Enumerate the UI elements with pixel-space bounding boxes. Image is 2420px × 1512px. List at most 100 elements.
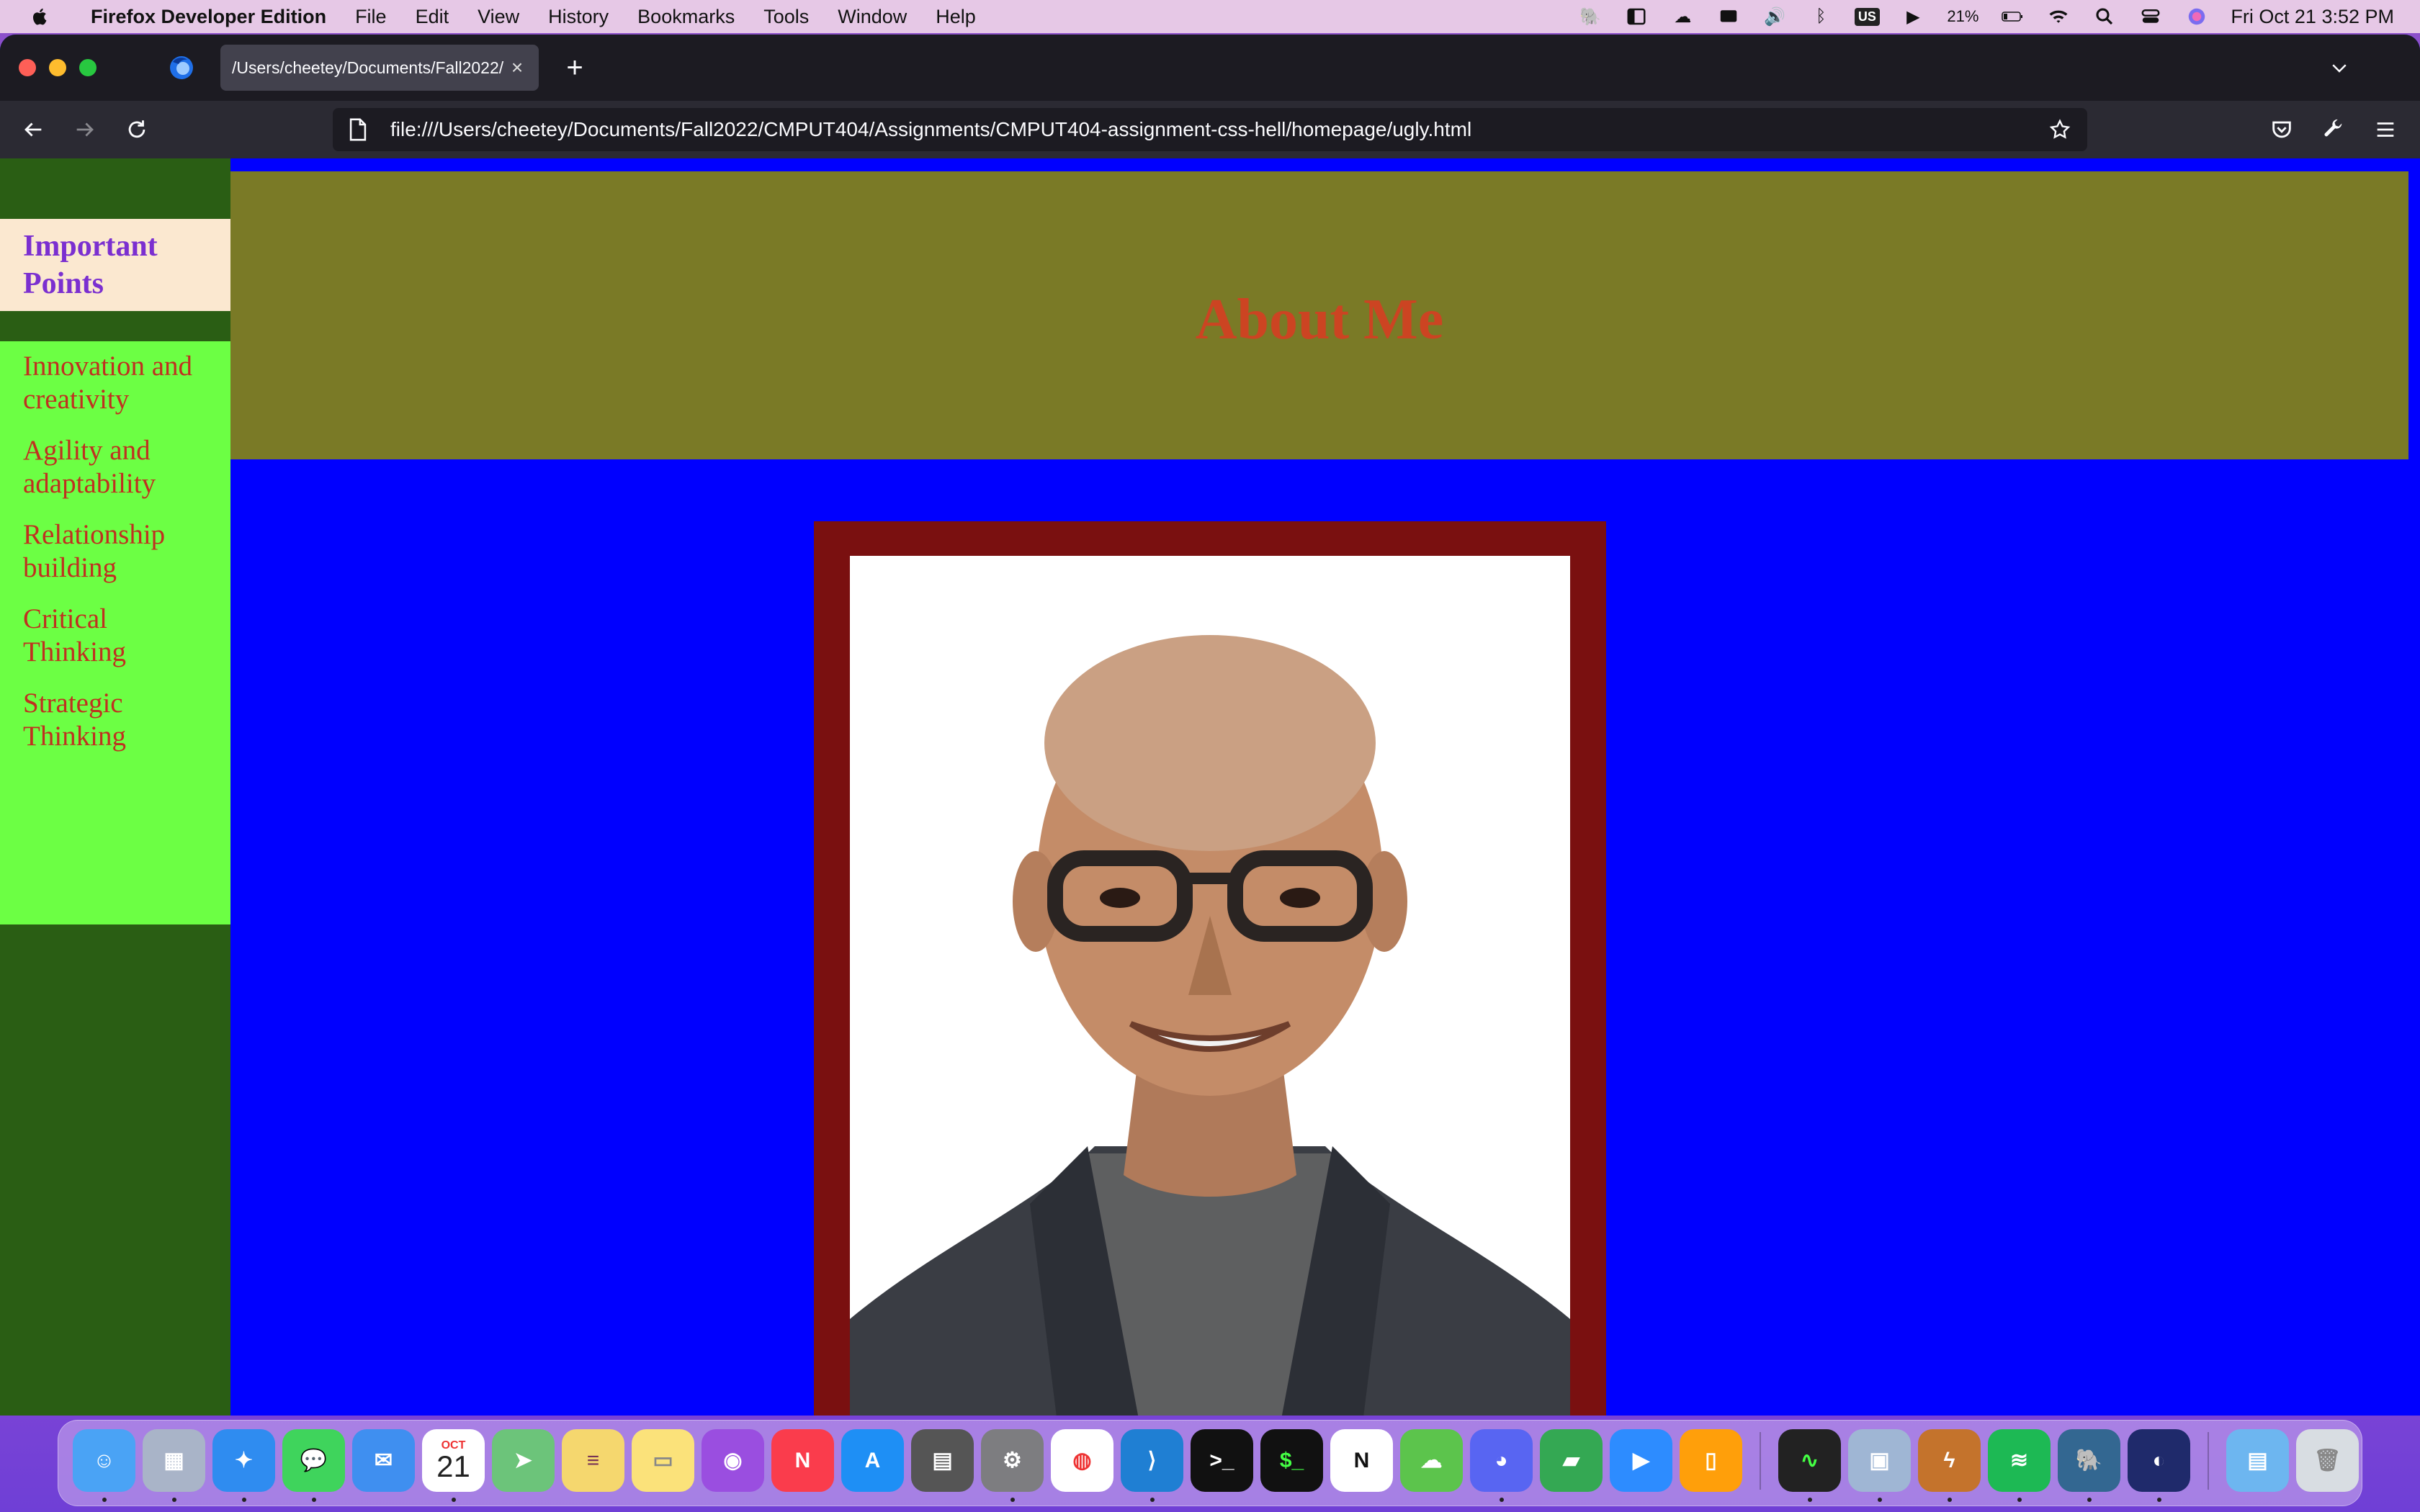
browser-window: /Users/cheetey/Documents/Fall2022/ × + f… <box>0 35 2420 1416</box>
mail-icon[interactable]: ✉ <box>352 1429 415 1492</box>
tab-title: /Users/cheetey/Documents/Fall2022/ <box>232 58 504 77</box>
url-text[interactable]: file:///Users/cheetey/Documents/Fall2022… <box>390 118 2044 141</box>
list-item: Strategic Thinking <box>23 688 126 752</box>
battery-icon[interactable] <box>2000 6 2025 27</box>
portrait-photo <box>850 556 1570 1416</box>
tab-active[interactable]: /Users/cheetey/Documents/Fall2022/ × <box>220 45 539 91</box>
volume-icon[interactable]: 🔊 <box>1762 6 1787 27</box>
list-item: Relationship building <box>23 519 166 583</box>
minimize-window-button[interactable] <box>49 59 66 76</box>
downloads-folder-icon[interactable]: ▤ <box>2226 1429 2289 1492</box>
safari-icon[interactable]: ✦ <box>212 1429 275 1502</box>
zoom-icon[interactable]: ▶ <box>1610 1429 1672 1492</box>
notes-icon[interactable]: ▭ <box>632 1429 694 1492</box>
menu-edit[interactable]: Edit <box>416 6 449 28</box>
menu-view[interactable]: View <box>478 6 519 28</box>
play-icon[interactable]: ▶ <box>1901 6 1925 27</box>
sidebar-title: Important Points <box>0 219 230 311</box>
messages-icon[interactable]: 💬 <box>282 1429 345 1502</box>
trash-icon[interactable]: 🗑 <box>2296 1429 2359 1492</box>
finder-icon[interactable]: ☺ <box>73 1429 135 1502</box>
display-icon[interactable] <box>1716 6 1741 27</box>
portrait-frame <box>814 521 1606 1416</box>
page-sidebar: Important Points Innovation and creativi… <box>0 158 230 1416</box>
page-title: About Me <box>1195 287 1444 351</box>
firefox-view-icon[interactable] <box>167 53 196 82</box>
chat-app-icon[interactable]: ▰ <box>1540 1429 1603 1492</box>
list-item: Critical Thinking <box>23 603 126 667</box>
menu-tools[interactable]: Tools <box>763 6 809 28</box>
sidebar-toggle-icon[interactable] <box>1624 6 1649 27</box>
app-menu-icon[interactable] <box>2368 112 2403 147</box>
file-icon <box>349 118 367 141</box>
spotlight-search-icon[interactable] <box>2092 6 2117 27</box>
list-item: Agility and adaptability <box>23 435 156 499</box>
calendar-icon[interactable]: OCT 21 <box>422 1429 485 1502</box>
tab-bar: /Users/cheetey/Documents/Fall2022/ × + <box>0 35 2420 101</box>
menu-window[interactable]: Window <box>838 6 907 28</box>
zoom-window-button[interactable] <box>79 59 97 76</box>
developer-tools-icon[interactable] <box>2316 112 2351 147</box>
input-source-icon[interactable]: US <box>1854 6 1880 27</box>
cloud-app-icon[interactable]: ☁ <box>1400 1429 1463 1492</box>
wifi-icon[interactable] <box>2046 6 2071 27</box>
launchpad-icon[interactable]: ▦ <box>143 1429 205 1502</box>
discord-icon[interactable]: ◕ <box>1470 1429 1533 1502</box>
page-viewport: Important Points Innovation and creativi… <box>0 158 2420 1416</box>
new-tab-button[interactable]: + <box>556 49 593 86</box>
app-store-icon[interactable]: A <box>841 1429 904 1492</box>
menu-file[interactable]: File <box>355 6 387 28</box>
stickies-icon[interactable]: ≡ <box>562 1429 624 1492</box>
calendar-day: 21 <box>436 1449 470 1483</box>
system-preferences-icon[interactable]: ⚙ <box>981 1429 1044 1502</box>
news-icon[interactable]: N <box>771 1429 834 1492</box>
menu-help[interactable]: Help <box>936 6 976 28</box>
notion-icon[interactable]: N <box>1330 1429 1393 1492</box>
back-button[interactable] <box>16 112 50 147</box>
forward-button[interactable] <box>68 112 102 147</box>
close-window-button[interactable] <box>19 59 36 76</box>
terminal-icon[interactable]: >_ <box>1191 1429 1253 1492</box>
menubar-clock[interactable]: Fri Oct 21 3:52 PM <box>2231 6 2394 28</box>
bluetooth-icon[interactable]: ᛒ <box>1809 6 1833 27</box>
iterm-icon[interactable]: $_ <box>1260 1429 1323 1492</box>
list-all-tabs-icon[interactable] <box>2323 52 2355 84</box>
dock-separator <box>1760 1432 1761 1490</box>
calculator-icon[interactable]: ▤ <box>911 1429 974 1492</box>
preview-icon[interactable]: ▣ <box>1848 1429 1911 1502</box>
pocket-icon[interactable] <box>2264 112 2299 147</box>
menu-bookmarks[interactable]: Bookmarks <box>637 6 735 28</box>
menu-history[interactable]: History <box>548 6 609 28</box>
cloud-sync-icon[interactable]: ☁ <box>1670 6 1695 27</box>
dock-separator <box>2208 1432 2209 1490</box>
macos-menubar: Firefox Developer Edition File Edit View… <box>0 0 2420 33</box>
address-bar[interactable]: file:///Users/cheetey/Documents/Fall2022… <box>333 108 2087 151</box>
activity-monitor-icon[interactable]: ∿ <box>1778 1429 1841 1502</box>
sidebar-list: Innovation and creativity Agility and ad… <box>0 341 230 924</box>
siri-icon[interactable] <box>2184 6 2209 27</box>
podcasts-icon[interactable]: ◉ <box>702 1429 764 1492</box>
window-controls <box>19 59 97 76</box>
reload-button[interactable] <box>120 112 154 147</box>
spotify-icon[interactable]: ≋ <box>1988 1429 2051 1502</box>
chrome-icon[interactable]: ◍ <box>1051 1429 1113 1492</box>
elephant-icon[interactable]: 🐘 <box>1578 6 1603 27</box>
battery-percentage: 21% <box>1947 7 1979 25</box>
vscode-icon[interactable]: ⟩ <box>1121 1429 1183 1502</box>
firefox-dev-icon[interactable]: ◐ <box>2128 1429 2190 1502</box>
apple-menu-icon[interactable] <box>26 4 55 30</box>
bookmark-star-icon[interactable] <box>2044 114 2076 145</box>
page-header-banner: About Me <box>230 171 2408 459</box>
books-icon[interactable]: ▯ <box>1680 1429 1742 1492</box>
maps-icon[interactable]: ➤ <box>492 1429 555 1492</box>
list-item: Innovation and creativity <box>23 351 193 415</box>
navigation-toolbar: file:///Users/cheetey/Documents/Fall2022… <box>0 101 2420 158</box>
control-center-icon[interactable] <box>2138 6 2163 27</box>
macos-dock: ☺ ▦ ✦ 💬 ✉ OCT 21 ➤ ≡ ▭ ◉ N A ▤ ⚙ ◍ ⟩ >_ … <box>58 1420 2362 1506</box>
app-name[interactable]: Firefox Developer Edition <box>91 6 326 28</box>
input-source-label: US <box>1854 7 1880 26</box>
close-tab-icon[interactable]: × <box>506 56 529 79</box>
reeder-icon[interactable]: ϟ <box>1918 1429 1981 1502</box>
postgres-icon[interactable]: 🐘 <box>2058 1429 2120 1502</box>
person-portrait-image <box>850 556 1570 1416</box>
